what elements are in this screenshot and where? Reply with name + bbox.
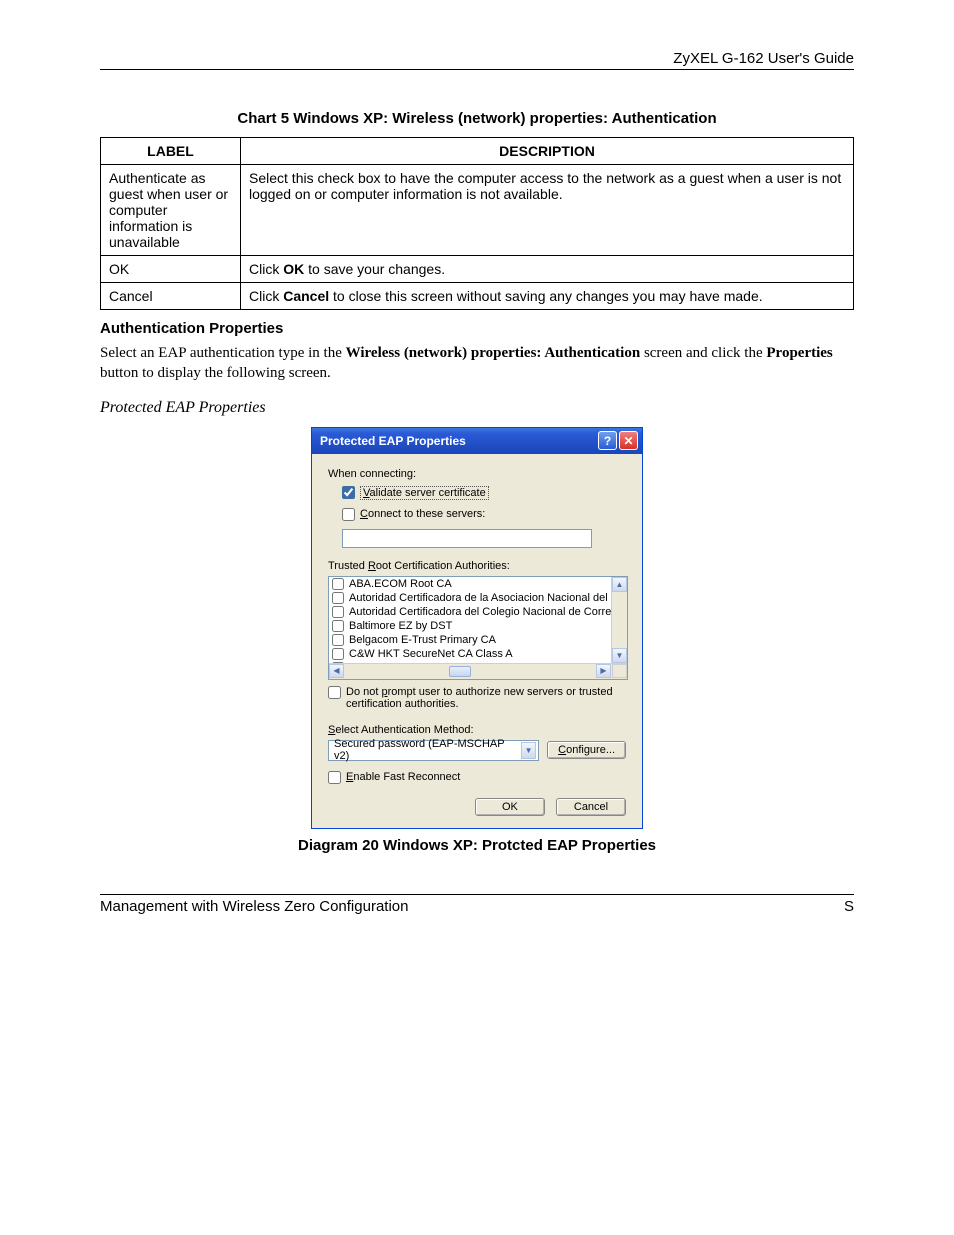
fast-reconnect-label: Enable Fast Reconnect	[346, 771, 460, 783]
fast-reconnect-checkbox[interactable]	[328, 771, 341, 784]
dialog-titlebar[interactable]: Protected EAP Properties ? ✕	[312, 428, 642, 454]
help-icon[interactable]: ?	[598, 431, 617, 450]
footer-left: Management with Wireless Zero Configurat…	[100, 898, 408, 915]
description-table: LABEL DESCRIPTION Authenticate as guest …	[100, 137, 854, 310]
scroll-up-icon[interactable]: ▲	[612, 577, 627, 592]
validate-cert-checkbox[interactable]	[342, 486, 355, 499]
scroll-grip	[612, 664, 627, 678]
validate-cert-label: Validate server certificate	[360, 486, 489, 500]
servers-input[interactable]	[342, 529, 592, 548]
table-row: OK Click OK to save your changes.	[101, 256, 854, 283]
auth-properties-heading: Authentication Properties	[100, 320, 854, 337]
guide-title: ZyXEL G-162 User's Guide	[673, 50, 854, 67]
dialog-title: Protected EAP Properties	[320, 434, 596, 448]
scroll-right-icon[interactable]: ▶	[596, 664, 611, 678]
cell-label: Cancel	[101, 283, 241, 310]
ca-checkbox[interactable]	[332, 634, 344, 646]
cell-desc: Select this check box to have the comput…	[241, 165, 854, 256]
table-row: Authenticate as guest when user or compu…	[101, 165, 854, 256]
auth-method-value: Secured password (EAP-MSCHAP v2)	[331, 738, 521, 762]
table-header-row: LABEL DESCRIPTION	[101, 138, 854, 165]
trusted-root-label: Trusted Root Certification Authorities:	[328, 560, 626, 572]
ca-name: Baltimore EZ by DST	[349, 620, 452, 632]
ca-checkbox[interactable]	[332, 620, 344, 632]
select-method-label: Select Authentication Method:	[328, 724, 626, 736]
scroll-left-icon[interactable]: ◀	[329, 664, 344, 678]
table-row: Cancel Click Cancel to close this screen…	[101, 283, 854, 310]
ok-button[interactable]: OK	[475, 798, 545, 816]
col-description: DESCRIPTION	[241, 138, 854, 165]
cell-label: Authenticate as guest when user or compu…	[101, 165, 241, 256]
cell-desc: Click OK to save your changes.	[241, 256, 854, 283]
ca-name: Belgacom E-Trust Primary CA	[349, 634, 496, 646]
scroll-down-icon[interactable]: ▼	[612, 648, 627, 663]
list-item[interactable]: Autoridad Certificadora de la Asociacion…	[329, 591, 611, 605]
chart-title: Chart 5 Windows XP: Wireless (network) p…	[100, 110, 854, 127]
ca-name: Autoridad Certificadora de la Asociacion…	[349, 592, 611, 604]
connect-servers-label: Connect to these servers:	[360, 508, 485, 520]
auth-method-select[interactable]: Secured password (EAP-MSCHAP v2) ▼	[328, 740, 539, 761]
cell-label: OK	[101, 256, 241, 283]
page-header: ZyXEL G-162 User's Guide	[100, 50, 854, 70]
cell-desc: Click Cancel to close this screen withou…	[241, 283, 854, 310]
list-item[interactable]: Belgacom E-Trust Primary CA	[329, 633, 611, 647]
configure-button[interactable]: Configure...	[547, 741, 626, 759]
footer-right: S	[844, 898, 854, 915]
col-label: LABEL	[101, 138, 241, 165]
no-prompt-checkbox[interactable]	[328, 686, 341, 699]
chevron-down-icon[interactable]: ▼	[521, 742, 536, 759]
peap-dialog: Protected EAP Properties ? ✕ When connec…	[311, 427, 643, 829]
list-item[interactable]: ABA.ECOM Root CA	[329, 577, 611, 591]
ca-listbox[interactable]: ABA.ECOM Root CA Autoridad Certificadora …	[328, 576, 628, 680]
list-item[interactable]: Autoridad Certificadora del Colegio Naci…	[329, 605, 611, 619]
ca-checkbox[interactable]	[332, 648, 344, 660]
vertical-scrollbar[interactable]: ▲ ▼	[611, 577, 627, 663]
diagram-caption: Diagram 20 Windows XP: Protcted EAP Prop…	[100, 837, 854, 854]
when-connecting-label: When connecting:	[328, 468, 626, 480]
peap-heading: Protected EAP Properties	[100, 399, 854, 417]
page-footer: Management with Wireless Zero Configurat…	[100, 894, 854, 915]
ca-checkbox[interactable]	[332, 592, 344, 604]
ca-checkbox[interactable]	[332, 606, 344, 618]
scroll-thumb[interactable]	[449, 666, 471, 677]
horizontal-scrollbar[interactable]: ◀ ▶	[329, 663, 627, 679]
cancel-button[interactable]: Cancel	[556, 798, 626, 816]
list-item[interactable]: Baltimore EZ by DST	[329, 619, 611, 633]
list-item[interactable]: C&W HKT SecureNet CA Class A	[329, 647, 611, 661]
ca-name: ABA.ECOM Root CA	[349, 578, 452, 590]
ca-name: C&W HKT SecureNet CA Class A	[349, 648, 513, 660]
ca-checkbox[interactable]	[332, 578, 344, 590]
no-prompt-label: Do not prompt user to authorize new serv…	[346, 686, 626, 710]
ca-name: Autoridad Certificadora del Colegio Naci…	[349, 606, 611, 618]
auth-properties-text: Select an EAP authentication type in the…	[100, 343, 854, 384]
connect-servers-checkbox[interactable]	[342, 508, 355, 521]
close-icon[interactable]: ✕	[619, 431, 638, 450]
